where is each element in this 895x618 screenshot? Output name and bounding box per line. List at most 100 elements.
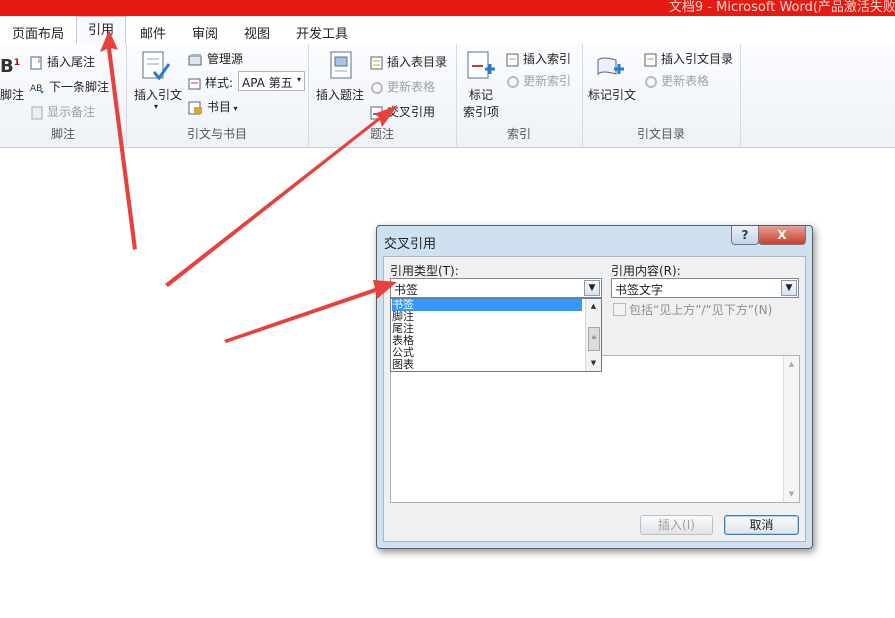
insert-button[interactable]: 插入(I)	[640, 515, 713, 535]
close-button[interactable]: X	[758, 226, 806, 245]
next-footnote-icon: AB	[30, 84, 44, 94]
tab-developer[interactable]: 开发工具	[296, 23, 348, 42]
insert-citation-icon	[142, 51, 171, 81]
insert-citation-dropdown-icon[interactable]: ▾	[154, 102, 158, 111]
include-above-below-label: 包括“见上方”/“见下方”(N)	[629, 303, 773, 317]
window-title: 文档9 - Microsoft Word(产品激活失败)	[668, 0, 895, 15]
bibliography-label: 书目	[207, 100, 232, 114]
list-item[interactable]: 图表	[392, 359, 414, 371]
scroll-thumb[interactable]: ≡	[588, 327, 600, 351]
insert-toa-icon	[644, 53, 657, 66]
insert-endnote-button[interactable]: i 插入尾注	[30, 53, 95, 70]
title-bar: 文档9 - Microsoft Word(产品激活失败)	[0, 0, 895, 16]
insert-toa-button[interactable]: 插入引文目录	[644, 50, 733, 67]
bibliography-button[interactable]: 书目 ▾	[188, 98, 238, 115]
svg-text:i: i	[38, 57, 40, 65]
update-index-label: 更新索引	[523, 74, 572, 88]
update-toa-button[interactable]: 更新表格	[644, 72, 709, 89]
scroll-up-icon[interactable]: ▲	[785, 358, 798, 370]
tab-references[interactable]: 引用	[76, 16, 126, 46]
style-label-text: 样式:	[205, 76, 234, 90]
ribbon: B1 脚注 i 插入尾注 AB 下一条脚注 ▾ 显示备注 脚注 ⌟ 插入引文 ▾ 管…	[0, 44, 895, 148]
cross-reference-dialog: 交叉引用 ? X 引用类型(T): 书签 ▼ 引用内容(R): 书签文字 ▼ 包…	[376, 225, 813, 549]
show-notes-icon	[31, 106, 43, 119]
svg-text:AB: AB	[30, 84, 42, 94]
insert-caption-button[interactable]: 插入题注	[316, 86, 364, 103]
group-label-footnotes: 脚注	[50, 127, 75, 141]
update-index-button[interactable]: 更新索引	[506, 72, 571, 89]
footnote-icon: B1	[0, 56, 20, 77]
insert-endnote-label: 插入尾注	[47, 55, 96, 69]
reference-type-label: 引用类型(T):	[390, 264, 459, 278]
manage-sources-icon	[188, 53, 202, 65]
reference-content-dropdown[interactable]: 书签文字 ▼	[611, 278, 799, 298]
refresh-icon	[507, 75, 519, 88]
list-scrollbar[interactable]: ▲ ≡ ▼	[585, 299, 601, 371]
style-label: 样式:	[188, 74, 233, 91]
group-citations: 插入引文 ▾ 管理源 样式: APA 第五 ▾ 书目 ▾ 引文与书目	[126, 44, 309, 146]
insert-index-button[interactable]: 插入索引	[506, 50, 571, 67]
mark-entry-icon	[467, 51, 495, 79]
insert-footnote-button[interactable]: 脚注	[0, 86, 24, 103]
style-icon	[188, 78, 201, 89]
manage-sources-label: 管理源	[207, 52, 244, 66]
dialog-title: 交叉引用	[384, 237, 437, 252]
group-footnotes: B1 脚注 i 插入尾注 AB 下一条脚注 ▾ 显示备注 脚注 ⌟	[0, 44, 127, 146]
insert-index-label: 插入索引	[523, 52, 572, 66]
mark-entry-label-2[interactable]: 索引项	[463, 103, 499, 120]
tab-view[interactable]: 视图	[244, 23, 270, 42]
scrollbar[interactable]: ▲ ▼	[783, 356, 799, 502]
refresh-icon	[371, 81, 383, 94]
cross-reference-icon	[370, 106, 383, 119]
reference-list-box[interactable]: ▲ ▼	[390, 355, 800, 503]
manage-sources-button[interactable]: 管理源	[188, 50, 243, 67]
insert-toa-label: 插入引文目录	[661, 52, 734, 66]
reference-type-list[interactable]: 书签 脚注 尾注 表格 公式 图表 ▲ ≡ ▼	[390, 298, 602, 372]
reference-content-value: 书签文字	[615, 283, 664, 297]
update-table-button[interactable]: 更新表格	[370, 78, 435, 95]
group-table-of-authorities: 标记引文 插入引文目录 更新表格 引文目录	[582, 44, 741, 146]
chevron-down-icon: ▾	[296, 75, 301, 84]
bibliography-icon	[188, 101, 202, 114]
group-label-toa: 引文目录	[636, 127, 685, 141]
tab-review[interactable]: 审阅	[192, 23, 218, 42]
cross-reference-button[interactable]: 交叉引用	[370, 103, 435, 120]
mark-entry-label-1[interactable]: 标记	[469, 86, 493, 103]
group-label-citations: 引文与书目	[186, 127, 247, 141]
show-notes-button[interactable]: 显示备注	[30, 103, 95, 120]
help-button[interactable]: ?	[731, 226, 759, 245]
scroll-down-icon[interactable]: ▼	[587, 357, 600, 369]
insert-caption-icon	[330, 51, 352, 79]
group-index: 标记 索引项 插入索引 更新索引 索引	[456, 44, 583, 146]
next-footnote-label: 下一条脚注	[49, 80, 110, 94]
insert-citation-button[interactable]: 插入引文	[134, 86, 182, 103]
table-of-figures-icon	[370, 56, 383, 69]
include-above-below-checkbox[interactable]	[613, 303, 626, 316]
insert-table-of-figures-label: 插入表目录	[387, 55, 448, 69]
chevron-down-icon[interactable]: ▼	[781, 280, 797, 296]
reference-type-dropdown[interactable]: 书签 ▼	[390, 278, 602, 298]
mark-citation-button[interactable]: 标记引文	[588, 86, 636, 103]
chevron-down-icon[interactable]: ▼	[584, 280, 600, 296]
reference-type-value: 书签	[394, 283, 419, 297]
tab-page-layout[interactable]: 页面布局	[12, 23, 64, 42]
list-item[interactable]: 书签	[392, 299, 582, 311]
insert-index-icon	[506, 53, 519, 66]
dialog-launcher-icon[interactable]: ⌟	[118, 131, 122, 140]
update-table-label: 更新表格	[387, 80, 436, 94]
insert-table-of-figures-button[interactable]: 插入表目录	[370, 53, 447, 70]
update-toa-label: 更新表格	[661, 74, 710, 88]
ribbon-tabs: 页面布局 引用 邮件 审阅 视图 开发工具	[0, 16, 895, 46]
cross-reference-label: 交叉引用	[387, 105, 436, 119]
tab-mailings[interactable]: 邮件	[140, 23, 166, 42]
cancel-button[interactable]: 取消	[724, 515, 799, 535]
next-footnote-button[interactable]: AB 下一条脚注 ▾	[30, 78, 116, 95]
group-label-captions: 题注	[369, 127, 394, 141]
scroll-down-icon[interactable]: ▼	[785, 488, 798, 500]
group-captions: 插入题注 插入表目录 更新表格 交叉引用 题注	[308, 44, 457, 146]
dialog-body: 引用类型(T): 书签 ▼ 引用内容(R): 书签文字 ▼ 包括“见上方”/“见…	[383, 256, 806, 542]
show-notes-label: 显示备注	[47, 105, 96, 119]
scroll-up-icon[interactable]: ▲	[587, 300, 600, 312]
style-dropdown[interactable]: APA 第五 ▾	[238, 71, 305, 91]
mark-citation-icon	[597, 57, 624, 76]
